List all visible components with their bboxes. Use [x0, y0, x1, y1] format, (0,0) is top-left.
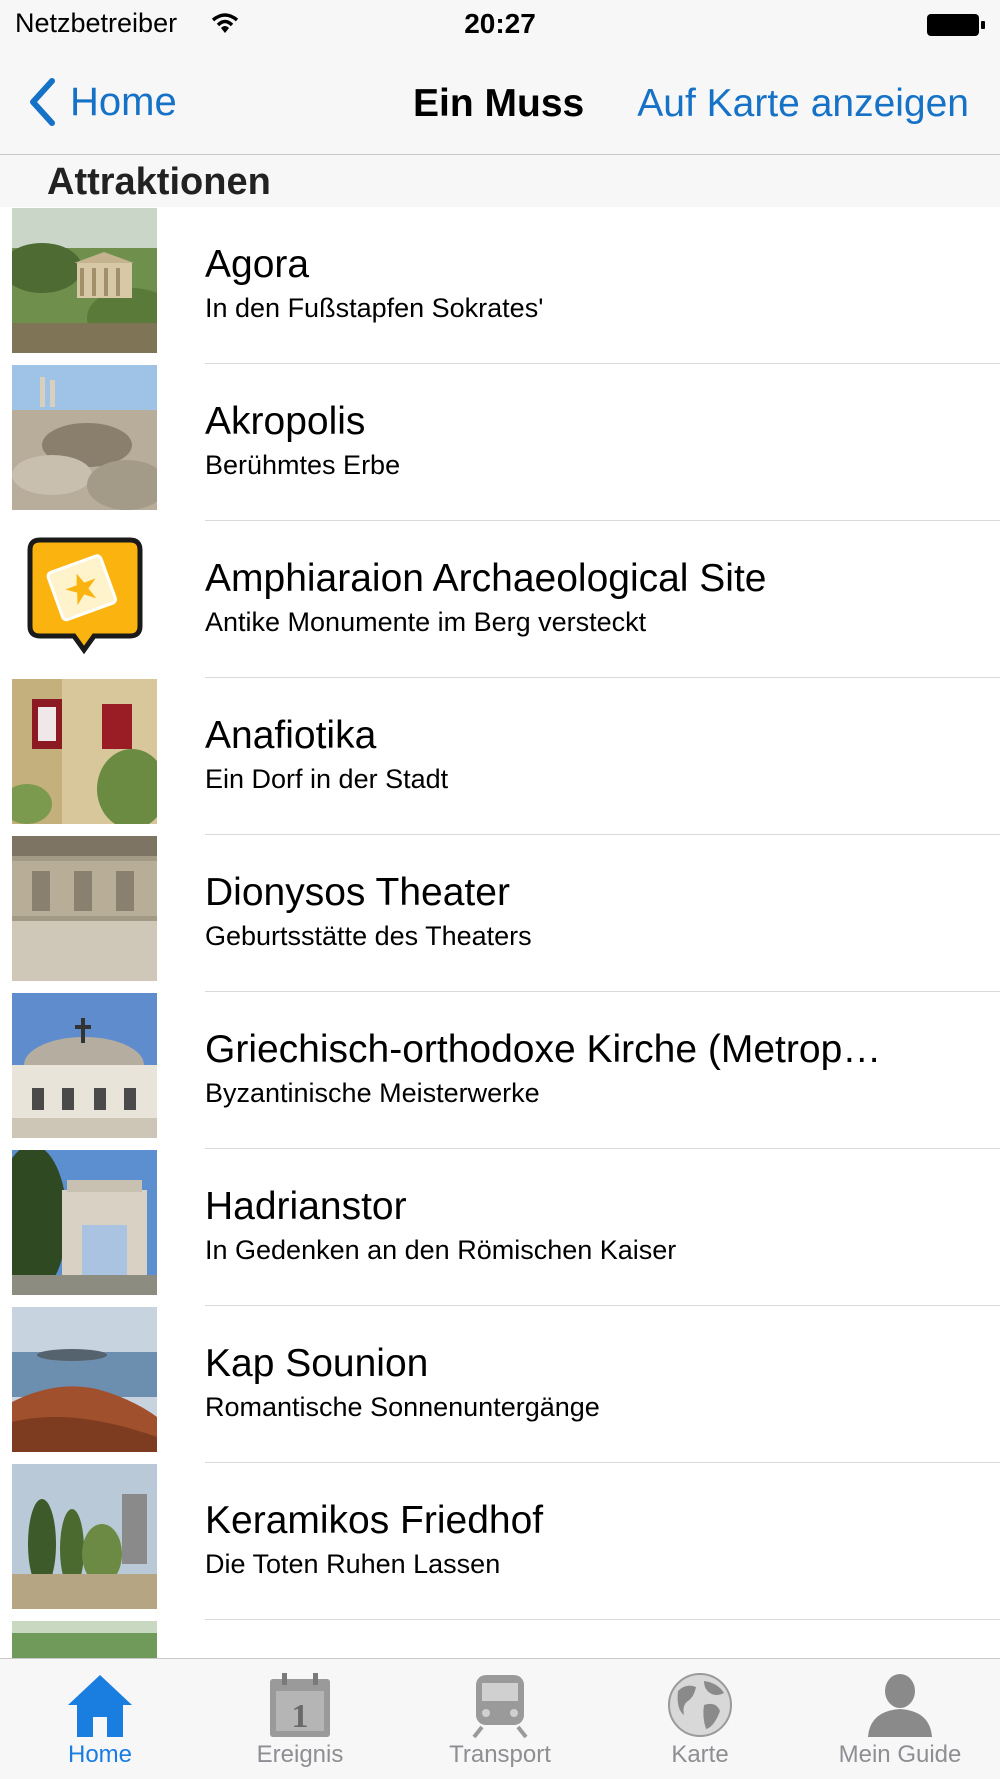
- calendar-icon: 1: [270, 1673, 330, 1737]
- list-item-text: Dionysos Theater Geburtsstätte des Theat…: [205, 869, 950, 953]
- person-icon: [868, 1674, 932, 1737]
- list-item-anafiotika[interactable]: Anafiotika Ein Dorf in der Stadt: [0, 678, 1000, 835]
- list-item-subtitle: Ein Dorf in der Stadt: [205, 764, 449, 794]
- list-item-title: Dionysos Theater: [205, 871, 510, 914]
- section-header: Attraktionen: [0, 155, 1000, 207]
- kap-sounion-photo: [12, 1307, 157, 1452]
- list-item-partial[interactable]: [0, 1620, 1000, 1658]
- list-item-subtitle: Antike Monumente im Berg versteckt: [205, 607, 647, 637]
- chevron-left-icon: [30, 78, 55, 126]
- list-item-kap-sounion[interactable]: Kap Sounion Romantische Sonnenuntergänge: [0, 1306, 1000, 1463]
- tab-karte[interactable]: Karte: [600, 1659, 800, 1779]
- tab-ereignis[interactable]: 1 Ereignis: [200, 1659, 400, 1779]
- list-item-title: Hadrianstor: [205, 1185, 407, 1228]
- tab-label: Mein Guide: [838, 1741, 962, 1768]
- train-icon: [472, 1675, 528, 1739]
- list-item-text: Hadrianstor In Gedenken an den Römischen…: [205, 1183, 950, 1267]
- list-item-subtitle: Romantische Sonnenuntergänge: [205, 1392, 600, 1422]
- hadrianstor-photo: [12, 1150, 157, 1295]
- list-item-subtitle: Die Toten Ruhen Lassen: [205, 1549, 501, 1579]
- tab-label: Transport: [449, 1741, 551, 1768]
- list-item-orthodox-church[interactable]: Griechisch-orthodoxe Kirche (Metrop… Byz…: [0, 992, 1000, 1149]
- list-item-text: Kap Sounion Romantische Sonnenuntergänge: [205, 1340, 950, 1424]
- keramikos-photo: [12, 1464, 157, 1609]
- tab-label: Karte: [671, 1741, 729, 1768]
- status-time: 20:27: [464, 8, 536, 39]
- show-on-map-button[interactable]: Auf Karte anzeigen: [637, 82, 969, 126]
- partial-photo: [12, 1621, 157, 1658]
- list-item-keramikos[interactable]: Keramikos Friedhof Die Toten Ruhen Lasse…: [0, 1463, 1000, 1620]
- list-item-text: Keramikos Friedhof Die Toten Ruhen Lasse…: [205, 1497, 950, 1581]
- list-item-subtitle: Byzantinische Meisterwerke: [205, 1078, 540, 1108]
- attractions-list[interactable]: Agora In den Fußstapfen Sokrates' Akropo…: [0, 207, 1000, 1658]
- section-title: Attraktionen: [47, 161, 271, 203]
- list-item-text: Akropolis Berühmtes Erbe: [205, 398, 950, 482]
- tab-transport[interactable]: Transport: [400, 1659, 600, 1779]
- list-item-title: Akropolis: [205, 400, 366, 443]
- list-item-dionysos-theater[interactable]: Dionysos Theater Geburtsstätte des Theat…: [0, 835, 1000, 992]
- list-item-subtitle: Geburtsstätte des Theaters: [205, 921, 532, 951]
- tab-bar: Home 1 Ereignis Transport Karte Mein Gui…: [0, 1658, 1000, 1779]
- list-item-title: Anafiotika: [205, 714, 377, 757]
- svg-text:1: 1: [292, 1698, 309, 1735]
- anafiotika-photo: [12, 679, 157, 824]
- back-label: Home: [70, 79, 177, 124]
- tab-mein-guide[interactable]: Mein Guide: [800, 1659, 1000, 1779]
- battery-icon: [927, 14, 985, 36]
- list-item-amphiaraion[interactable]: Amphiaraion Archaeological Site Antike M…: [0, 521, 1000, 678]
- ticket-placeholder-icon: [27, 537, 143, 655]
- navigation-bar: Home Ein Muss Auf Karte anzeigen: [0, 50, 1000, 155]
- list-item-subtitle: In Gedenken an den Römischen Kaiser: [205, 1235, 677, 1265]
- list-item-hadrianstor[interactable]: Hadrianstor In Gedenken an den Römischen…: [0, 1149, 1000, 1306]
- list-item-subtitle: Berühmtes Erbe: [205, 450, 401, 480]
- list-item-title: Agora: [205, 243, 310, 286]
- list-item-text: Anafiotika Ein Dorf in der Stadt: [205, 712, 950, 796]
- status-bar: Netzbetreiber 20:27: [0, 0, 1000, 50]
- list-item-title: Keramikos Friedhof: [205, 1499, 544, 1542]
- list-item-text: Amphiaraion Archaeological Site Antike M…: [205, 555, 950, 639]
- list-item-title: Griechisch-orthodoxe Kirche (Metrop…: [205, 1028, 882, 1071]
- akropolis-photo: [12, 365, 157, 510]
- dionysos-theater-photo: [12, 836, 157, 981]
- home-icon: [68, 1675, 132, 1737]
- back-button[interactable]: Home: [28, 74, 177, 130]
- list-item-akropolis[interactable]: Akropolis Berühmtes Erbe: [0, 364, 1000, 521]
- list-item-text: Griechisch-orthodoxe Kirche (Metrop… Byz…: [205, 1026, 950, 1110]
- globe-icon: [668, 1673, 732, 1737]
- page-title: Ein Muss: [413, 82, 585, 125]
- list-item-text: Agora In den Fußstapfen Sokrates': [205, 241, 950, 325]
- tab-label: Ereignis: [256, 1741, 344, 1768]
- list-item-agora[interactable]: Agora In den Fußstapfen Sokrates': [0, 207, 1000, 364]
- tab-home[interactable]: Home: [0, 1659, 200, 1779]
- agora-photo: [12, 208, 157, 353]
- list-item-subtitle: In den Fußstapfen Sokrates': [205, 293, 544, 323]
- list-item-title: Kap Sounion: [205, 1342, 429, 1385]
- tab-label: Home: [67, 1741, 133, 1768]
- list-item-title: Amphiaraion Archaeological Site: [205, 557, 767, 600]
- church-photo: [12, 993, 157, 1138]
